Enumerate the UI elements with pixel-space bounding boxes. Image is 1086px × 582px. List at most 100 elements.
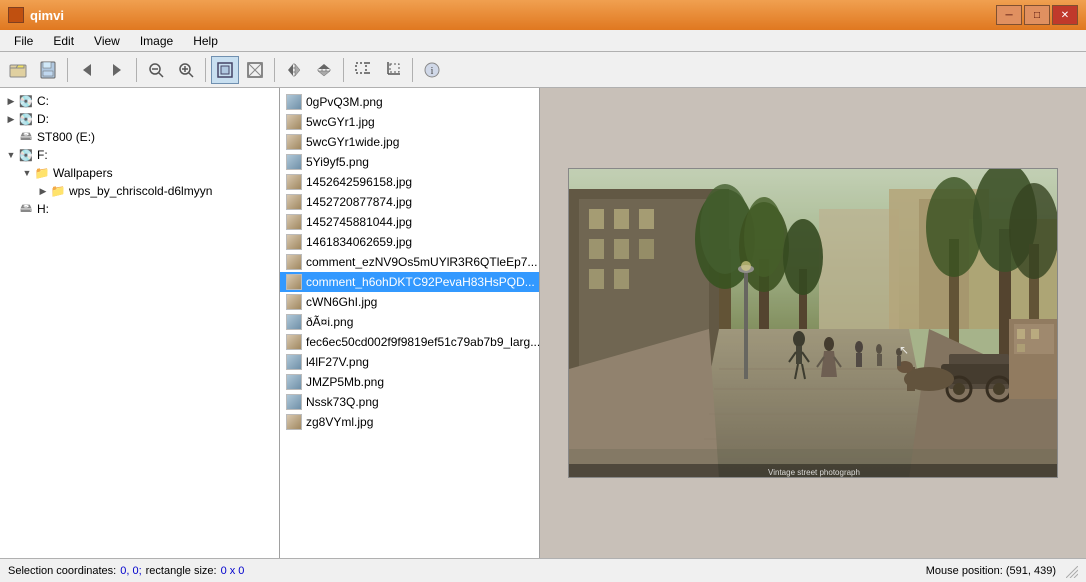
preview-panel: Vintage street photograph ↖ bbox=[540, 88, 1086, 558]
file-thumb-icon bbox=[286, 254, 302, 270]
tree-item-c[interactable]: ▶ 💽 C: bbox=[0, 92, 279, 110]
menu-file[interactable]: File bbox=[4, 32, 43, 50]
tree-arrow-wps[interactable]: ▶ bbox=[36, 186, 50, 197]
status-bar-left: Selection coordinates: 0, 0; rectangle s… bbox=[8, 565, 244, 577]
menu-image[interactable]: Image bbox=[130, 32, 183, 50]
file-name: cWN6GhI.jpg bbox=[306, 295, 377, 309]
tree-item-h[interactable]: ▶ 🖴 H: bbox=[0, 200, 279, 218]
menu-edit[interactable]: Edit bbox=[43, 32, 84, 50]
file-item[interactable]: cWN6GhI.jpg bbox=[280, 292, 539, 312]
tree-item-d[interactable]: ▶ 💽 D: bbox=[0, 110, 279, 128]
file-name: 5wcGYr1wide.jpg bbox=[306, 135, 399, 149]
file-thumb-icon bbox=[286, 194, 302, 210]
toolbar-normal-view-button[interactable] bbox=[211, 56, 239, 84]
file-item[interactable]: zg8VYml.jpg bbox=[280, 412, 539, 432]
preview-image: Vintage street photograph ↖ bbox=[568, 168, 1058, 478]
file-item[interactable]: 5wcGYr1wide.jpg bbox=[280, 132, 539, 152]
file-name: 1452745881044.jpg bbox=[306, 215, 412, 229]
menu-view[interactable]: View bbox=[84, 32, 130, 50]
toolbar-zoom-in-button[interactable] bbox=[172, 56, 200, 84]
svg-text:i: i bbox=[431, 66, 434, 77]
file-thumb-icon bbox=[286, 154, 302, 170]
svg-text:↖: ↖ bbox=[899, 343, 909, 357]
folder-icon-wps: 📁 bbox=[50, 183, 66, 199]
file-thumb-icon bbox=[286, 394, 302, 410]
window-controls: ─ □ ✕ bbox=[996, 5, 1078, 25]
tree-item-f[interactable]: ▼ 💽 F: bbox=[0, 146, 279, 164]
tree-arrow-wallpapers[interactable]: ▼ bbox=[20, 168, 34, 178]
tree-label-e: ST800 (E:) bbox=[37, 130, 95, 144]
toolbar-info-button[interactable]: i bbox=[418, 56, 446, 84]
file-item[interactable]: JMZP5Mb.png bbox=[280, 372, 539, 392]
toolbar-flip-v-button[interactable] bbox=[310, 56, 338, 84]
toolbar-crop1-button[interactable] bbox=[349, 56, 377, 84]
maximize-button[interactable]: □ bbox=[1024, 5, 1050, 25]
tree-label-wps: wps_by_chriscold-d6lmyyn bbox=[69, 184, 212, 198]
close-button[interactable]: ✕ bbox=[1052, 5, 1078, 25]
file-tree[interactable]: ▶ 💽 C: ▶ 💽 D: ▶ 🖴 ST800 (E:) ▼ 💽 F: bbox=[0, 88, 280, 558]
resize-handle[interactable] bbox=[1064, 564, 1078, 578]
file-name: 0gPvQ3M.png bbox=[306, 95, 383, 109]
file-thumb-icon bbox=[286, 414, 302, 430]
file-name: 5Yi9yf5.png bbox=[306, 155, 369, 169]
tree-item-wallpapers[interactable]: ▼ 📁 Wallpapers bbox=[0, 164, 279, 182]
toolbar-fit-view-button[interactable] bbox=[241, 56, 269, 84]
file-item[interactable]: l4lF27V.png bbox=[280, 352, 539, 372]
file-item[interactable]: comment_ezNV9Os5mUYlR3R6QTleEp7... bbox=[280, 252, 539, 272]
menu-help[interactable]: Help bbox=[183, 32, 228, 50]
file-item[interactable]: 1461834062659.jpg bbox=[280, 232, 539, 252]
file-item[interactable]: fec6ec50cd002f9f9819ef51c79ab7b9_larg... bbox=[280, 332, 539, 352]
tree-item-e[interactable]: ▶ 🖴 ST800 (E:) bbox=[0, 128, 279, 146]
tree-item-wps[interactable]: ▶ 📁 wps_by_chriscold-d6lmyyn bbox=[0, 182, 279, 200]
title-bar: qimvi ─ □ ✕ bbox=[0, 0, 1086, 30]
tree-label-h: H: bbox=[37, 202, 49, 216]
file-item[interactable]: 5wcGYr1.jpg bbox=[280, 112, 539, 132]
drive-icon-f: 💽 bbox=[18, 147, 34, 163]
toolbar-zoom-out-button[interactable] bbox=[142, 56, 170, 84]
tree-arrow-c[interactable]: ▶ bbox=[4, 96, 18, 107]
status-bar: Selection coordinates: 0, 0; rectangle s… bbox=[0, 558, 1086, 582]
file-thumb-icon bbox=[286, 214, 302, 230]
file-item[interactable]: 1452720877874.jpg bbox=[280, 192, 539, 212]
minimize-button[interactable]: ─ bbox=[996, 5, 1022, 25]
file-item-selected[interactable]: comment_h6ohDKTC92PevaH83HsPQD... bbox=[280, 272, 539, 292]
preview-svg: Vintage street photograph ↖ bbox=[569, 169, 1058, 478]
title-bar-left: qimvi bbox=[8, 7, 64, 23]
menu-bar: File Edit View Image Help bbox=[0, 30, 1086, 52]
file-name: Nssk73Q.png bbox=[306, 395, 379, 409]
file-thumb-icon bbox=[286, 114, 302, 130]
app-icon bbox=[8, 7, 24, 23]
toolbar-sep-4 bbox=[274, 58, 275, 82]
file-thumb-icon bbox=[286, 374, 302, 390]
file-name: 1452720877874.jpg bbox=[306, 195, 412, 209]
tree-label-c: C: bbox=[37, 94, 49, 108]
hdd-icon-e: 🖴 bbox=[18, 129, 34, 145]
file-name: comment_h6ohDKTC92PevaH83HsPQD... bbox=[306, 275, 535, 289]
toolbar-sep-1 bbox=[67, 58, 68, 82]
toolbar-open-button[interactable] bbox=[4, 56, 32, 84]
drive-icon-d: 💽 bbox=[18, 111, 34, 127]
toolbar-forward-button[interactable] bbox=[103, 56, 131, 84]
toolbar-save-button[interactable] bbox=[34, 56, 62, 84]
file-thumb-icon bbox=[286, 354, 302, 370]
drive-icon-c: 💽 bbox=[18, 93, 34, 109]
file-item[interactable]: 5Yi9yf5.png bbox=[280, 152, 539, 172]
file-item[interactable]: Nssk73Q.png bbox=[280, 392, 539, 412]
tree-arrow-f[interactable]: ▼ bbox=[4, 150, 18, 160]
toolbar-back-button[interactable] bbox=[73, 56, 101, 84]
file-item[interactable]: ðÃ¤i.png bbox=[280, 312, 539, 332]
hdd-icon-h: 🖴 bbox=[18, 201, 34, 217]
file-name: comment_ezNV9Os5mUYlR3R6QTleEp7... bbox=[306, 255, 537, 269]
file-name: fec6ec50cd002f9f9819ef51c79ab7b9_larg... bbox=[306, 335, 540, 349]
file-item[interactable]: 0gPvQ3M.png bbox=[280, 92, 539, 112]
file-item[interactable]: 1452642596158.jpg bbox=[280, 172, 539, 192]
tree-label-f: F: bbox=[37, 148, 48, 162]
file-list[interactable]: 0gPvQ3M.png 5wcGYr1.jpg 5wcGYr1wide.jpg … bbox=[280, 88, 540, 558]
tree-arrow-d[interactable]: ▶ bbox=[4, 114, 18, 125]
file-name: 5wcGYr1.jpg bbox=[306, 115, 375, 129]
selection-label: Selection coordinates: bbox=[8, 565, 116, 577]
file-name: ðÃ¤i.png bbox=[306, 315, 353, 329]
toolbar-flip-h-button[interactable] bbox=[280, 56, 308, 84]
toolbar-crop2-button[interactable] bbox=[379, 56, 407, 84]
file-item[interactable]: 1452745881044.jpg bbox=[280, 212, 539, 232]
